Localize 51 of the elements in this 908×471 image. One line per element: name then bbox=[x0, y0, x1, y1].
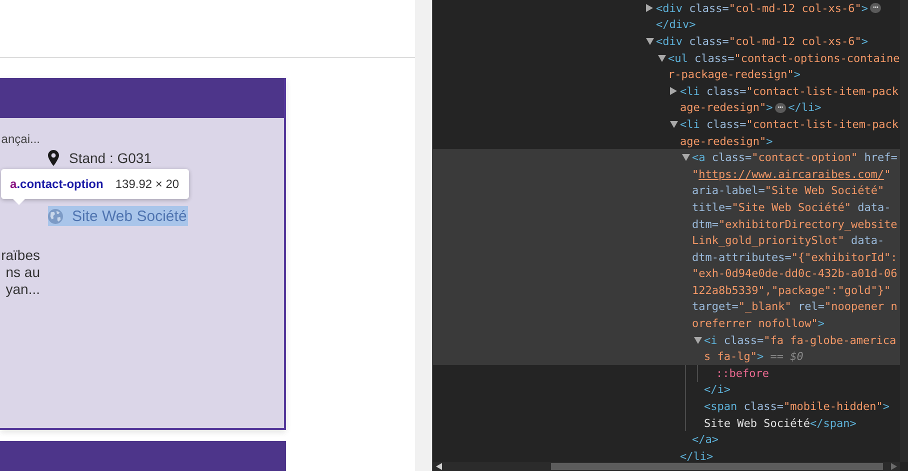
truncated-text: ançai... bbox=[1, 131, 40, 148]
code-text: ::before bbox=[716, 366, 769, 380]
code-text: Link_gold_prioritySlot" data- bbox=[692, 234, 884, 248]
code-text: aria-label="Site Web Société" bbox=[692, 184, 884, 198]
scrollbar-thumb[interactable] bbox=[551, 463, 883, 470]
code-text: title="Site Web Société" data- bbox=[692, 200, 891, 214]
scroll-left-icon[interactable] bbox=[436, 463, 442, 470]
globe-icon bbox=[48, 208, 63, 224]
code-text: r-package-redesign"> bbox=[668, 68, 800, 82]
code-text: </li> bbox=[788, 101, 822, 114]
code-text: 122a8b5339","package":"gold"}" bbox=[692, 284, 891, 297]
description-text: raïbes ns au yan... bbox=[1, 247, 40, 298]
caret-right-icon[interactable] bbox=[646, 4, 653, 12]
ellipsis-badge[interactable]: ⋯ bbox=[870, 3, 882, 14]
scroll-right-icon[interactable] bbox=[891, 463, 897, 470]
code-text: dtm-attributes="{"exhibitorId": bbox=[692, 250, 898, 264]
code-text: <div class="col-md-12 col-xs-6"> bbox=[656, 34, 868, 48]
code-text: target="_blank" rel="noopener n bbox=[692, 300, 898, 314]
code-text: </i> bbox=[704, 383, 730, 396]
code-text: </div> bbox=[656, 18, 696, 32]
code-text: "exh-0d94e0de-dd0c-432b-a01d-06 bbox=[692, 267, 898, 280]
website-link[interactable]: Site Web Société bbox=[48, 206, 188, 226]
code-text: <ul class="contact-options-containe bbox=[668, 52, 900, 65]
code-text: </a> bbox=[692, 433, 718, 446]
caret-down-icon[interactable] bbox=[646, 38, 654, 45]
caret-down-icon[interactable] bbox=[694, 336, 702, 344]
caret-right-icon[interactable] bbox=[670, 87, 677, 96]
stand-label: Stand : G031 bbox=[69, 150, 152, 166]
code-text: </li> bbox=[680, 450, 714, 463]
code-text: <li class="contact-list-item-pack bbox=[680, 84, 899, 98]
code-text: s fa-lg"> == $0 bbox=[704, 350, 804, 364]
code-text: <i class="fa fa-globe-america bbox=[704, 334, 896, 347]
caret-down-icon[interactable] bbox=[682, 154, 690, 162]
code-text: <div class="col-md-12 col-xs-6"> bbox=[656, 2, 868, 15]
code-text: <span class="mobile-hidden"> bbox=[704, 400, 890, 414]
code-text: age-redesign"> bbox=[680, 134, 773, 148]
code-text: <a class="contact-option" href= bbox=[692, 151, 898, 164]
map-pin-icon bbox=[48, 150, 59, 166]
tooltip-size: 139.92 × 20 bbox=[115, 177, 180, 191]
caret-down-icon[interactable] bbox=[670, 120, 678, 128]
code-text: age-redesign"> bbox=[680, 101, 773, 114]
code-text: dtm="exhibitorDirectory_website bbox=[692, 218, 898, 231]
caret-down-icon[interactable] bbox=[658, 54, 666, 62]
ellipsis-badge[interactable]: ⋯ bbox=[774, 102, 786, 113]
code-text: oreferrer nofollow"> bbox=[692, 317, 824, 330]
code-text: "https://www.aircaraibes.com/" bbox=[692, 168, 891, 181]
page-scrollbar[interactable] bbox=[415, 0, 432, 471]
code-text: Site Web Société</span> bbox=[704, 416, 856, 430]
code-text: <li class="contact-list-item-pack bbox=[680, 118, 899, 131]
tooltip-selector: a.contact-option bbox=[10, 177, 104, 191]
horizontal-scrollbar[interactable] bbox=[433, 462, 900, 471]
